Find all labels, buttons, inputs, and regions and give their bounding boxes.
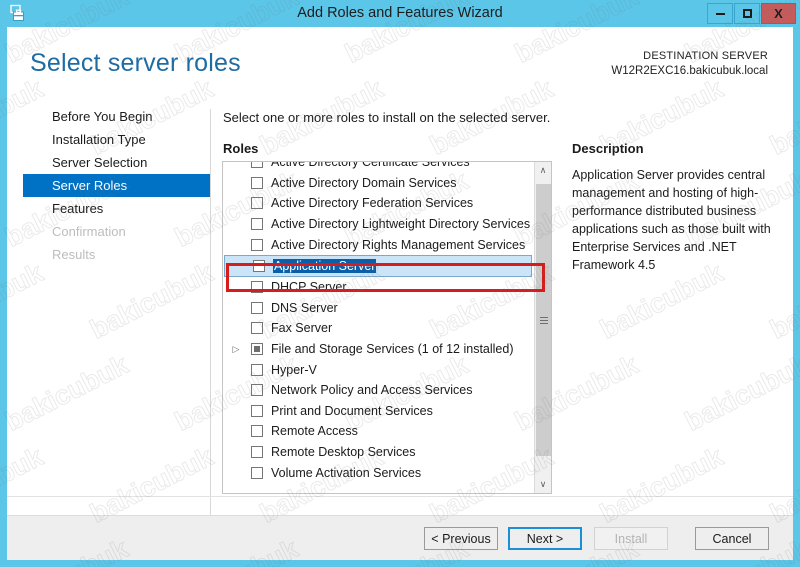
- close-button[interactable]: X: [761, 3, 796, 24]
- sidebar-divider: [210, 109, 211, 529]
- role-checkbox[interactable]: [251, 162, 263, 169]
- sidebar-item-server-selection[interactable]: Server Selection: [7, 151, 210, 174]
- role-row[interactable]: Active Directory Lightweight Directory S…: [223, 214, 535, 235]
- cancel-button[interactable]: Cancel: [695, 527, 769, 550]
- wizard-window: Add Roles and Features Wizard X Select s…: [0, 0, 800, 567]
- role-row[interactable]: Remote Desktop Services: [223, 442, 535, 463]
- sidebar-item-label: Results: [52, 247, 96, 262]
- description-text: Application Server provides central mana…: [572, 168, 771, 272]
- sidebar-item-installation-type[interactable]: Installation Type: [7, 128, 210, 151]
- role-checkbox[interactable]: [251, 322, 263, 335]
- sidebar-item-label: Server Roles: [52, 178, 128, 193]
- destination-server-label: DESTINATION SERVER: [643, 50, 768, 62]
- role-row[interactable]: DNS Server: [223, 298, 535, 319]
- role-checkbox[interactable]: [251, 363, 263, 376]
- sidebar-item-features[interactable]: Features: [7, 197, 210, 220]
- sidebar-item-label: Server Selection: [52, 155, 148, 170]
- role-label: DHCP Server: [271, 280, 347, 295]
- role-checkbox[interactable]: [253, 259, 265, 272]
- role-checkbox[interactable]: [251, 343, 263, 356]
- role-row[interactable]: ▷ File and Storage Services (1 of 12 inst…: [223, 339, 535, 360]
- role-label: Active Directory Certificate Services: [271, 162, 470, 170]
- role-label: DNS Server: [271, 300, 338, 315]
- scroll-down-icon[interactable]: ∨: [535, 476, 551, 493]
- sidebar-item-label: Features: [52, 201, 104, 216]
- install-button: Install: [594, 527, 668, 550]
- minimize-button[interactable]: [707, 3, 733, 24]
- role-row[interactable]: Remote Access: [223, 421, 535, 442]
- scroll-up-icon[interactable]: ∧: [535, 162, 551, 179]
- sidebar-item-label: Confirmation: [52, 224, 126, 239]
- maximize-button[interactable]: [734, 3, 760, 24]
- role-label: File and Storage Services (1 of 12 insta…: [271, 342, 514, 357]
- roles-scroll-viewport: Active Directory Certificate Services Act…: [223, 162, 535, 493]
- role-checkbox[interactable]: [251, 218, 263, 231]
- instruction-text: Select one or more roles to install on t…: [223, 110, 551, 125]
- role-checkbox[interactable]: [251, 466, 263, 479]
- role-label: Active Directory Rights Management Servi…: [271, 237, 526, 252]
- role-row[interactable]: Hyper-V: [223, 359, 535, 380]
- role-row[interactable]: Active Directory Rights Management Servi…: [223, 234, 535, 255]
- role-label: Active Directory Domain Services: [271, 175, 457, 190]
- scrollbar-grip-icon: [539, 316, 548, 324]
- sidebar-item-results: Results: [7, 243, 210, 266]
- role-row[interactable]: Network Policy and Access Services: [223, 380, 535, 401]
- roles-list-label: Roles: [223, 141, 259, 156]
- role-label: Application Server: [273, 258, 377, 273]
- role-checkbox[interactable]: [251, 301, 263, 314]
- footer-divider: [7, 496, 793, 497]
- sidebar-item-before-you-begin[interactable]: Before You Begin: [7, 105, 210, 128]
- footer-bar: < Previous Next > Install Cancel: [7, 515, 793, 560]
- role-label: Hyper-V: [271, 362, 317, 377]
- role-label: Remote Desktop Services: [271, 445, 416, 460]
- role-row[interactable]: Volume Activation Services: [223, 462, 535, 483]
- page-title: Select server roles: [30, 49, 241, 77]
- scrollbar-thumb[interactable]: [536, 184, 551, 456]
- role-row[interactable]: Active Directory Domain Services: [223, 173, 535, 194]
- role-row[interactable]: DHCP Server: [223, 277, 535, 298]
- title-bar: Add Roles and Features Wizard X: [0, 0, 800, 27]
- role-checkbox[interactable]: [251, 197, 263, 210]
- destination-server-name: W12R2EXC16.bakicubuk.local: [611, 65, 768, 77]
- sidebar-item-server-roles[interactable]: Server Roles: [23, 174, 210, 197]
- window-body: Select server roles DESTINATION SERVER W…: [7, 27, 793, 560]
- expand-triangle-icon[interactable]: ▷: [229, 344, 243, 354]
- role-checkbox[interactable]: [251, 384, 263, 397]
- roles-listbox[interactable]: Active Directory Certificate Services Act…: [222, 161, 552, 494]
- next-button[interactable]: Next >: [508, 527, 582, 550]
- role-checkbox[interactable]: [251, 404, 263, 417]
- role-label: Remote Access: [271, 424, 358, 439]
- role-checkbox[interactable]: [251, 238, 263, 251]
- role-row[interactable]: Fax Server: [223, 318, 535, 339]
- role-row[interactable]: Active Directory Federation Services: [223, 193, 535, 214]
- role-checkbox[interactable]: [251, 281, 263, 294]
- role-row[interactable]: Active Directory Certificate Services: [223, 162, 535, 173]
- role-label: Active Directory Lightweight Directory S…: [271, 217, 531, 232]
- role-row[interactable]: Application Server: [224, 254, 532, 277]
- roles-scrollbar[interactable]: ∧ ∨: [534, 162, 551, 493]
- maximize-icon: [742, 9, 752, 18]
- sidebar-item-label: Before You Begin: [52, 109, 153, 124]
- previous-button[interactable]: < Previous: [424, 527, 498, 550]
- role-checkbox[interactable]: [251, 176, 263, 189]
- roles-list: Active Directory Certificate Services Act…: [223, 162, 535, 483]
- sidebar-item-label: Installation Type: [52, 132, 146, 147]
- role-label: Network Policy and Access Services: [271, 383, 473, 398]
- wizard-steps-sidebar: Before You Begin Installation Type Server …: [7, 105, 210, 525]
- window-title: Add Roles and Features Wizard: [297, 5, 503, 21]
- role-checkbox[interactable]: [251, 425, 263, 438]
- sidebar-item-confirmation: Confirmation: [7, 220, 210, 243]
- role-label: Volume Activation Services: [271, 465, 422, 480]
- description-title: Description: [572, 141, 644, 156]
- role-label: Fax Server: [271, 321, 333, 336]
- minimize-icon: [715, 12, 725, 15]
- page-header: Select server roles DESTINATION SERVER W…: [7, 27, 793, 97]
- role-label: Print and Document Services: [271, 403, 433, 418]
- role-label: Active Directory Federation Services: [271, 196, 474, 211]
- role-checkbox[interactable]: [251, 446, 263, 459]
- role-row[interactable]: Print and Document Services: [223, 401, 535, 422]
